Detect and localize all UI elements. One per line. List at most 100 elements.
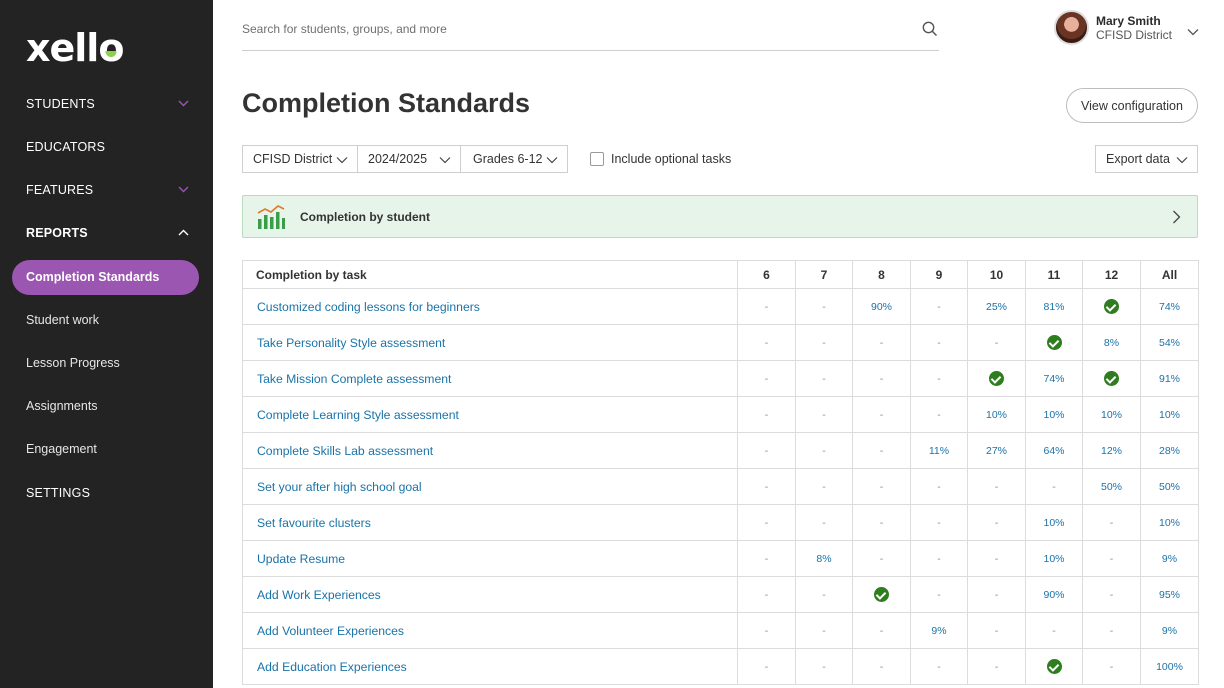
completion-cell[interactable]: 10% [967,396,1026,433]
completion-by-student-banner[interactable]: Completion by student [242,195,1198,238]
sidebar-item-reports[interactable]: REPORTS [26,226,88,240]
completion-cell[interactable] [967,360,1026,397]
completion-cell[interactable]: 27% [967,432,1026,469]
checkmark-icon [1104,371,1119,386]
chevron-up-icon[interactable] [178,229,189,238]
banner-label: Completion by student [300,210,430,224]
task-link[interactable]: Set your after high school goal [242,468,738,505]
completion-cell[interactable]: 9% [1140,612,1199,649]
sidebar-item-educators[interactable]: EDUCATORS [26,140,105,154]
chevron-down-icon[interactable] [178,100,189,109]
chevron-down-icon[interactable] [1187,23,1199,36]
completion-cell[interactable]: 74% [1140,288,1199,325]
sidebar-item-features[interactable]: FEATURES [26,183,93,197]
completion-cell: - [1082,576,1141,613]
column-header-all[interactable]: All [1140,260,1199,289]
completion-cell[interactable]: 81% [1025,288,1083,325]
completion-cell: - [852,324,911,361]
chevron-down-icon[interactable] [178,186,189,195]
avatar[interactable] [1054,10,1089,45]
include-optional-tasks-checkbox[interactable] [590,152,604,166]
completion-cell: - [737,468,796,505]
task-link[interactable]: Customized coding lessons for beginners [242,288,738,325]
chevron-down-icon [439,157,451,164]
completion-cell[interactable]: 74% [1025,360,1083,397]
completion-cell[interactable]: 90% [852,288,911,325]
completion-cell[interactable]: 12% [1082,432,1141,469]
sidebar-subitem-engagement[interactable]: Engagement [26,442,97,456]
grades-select[interactable]: Grades 6-12 [460,145,568,173]
view-configuration-button[interactable]: View configuration [1066,88,1198,123]
completion-cell[interactable]: 95% [1140,576,1199,613]
completion-cell[interactable]: 8% [795,540,853,577]
completion-cell[interactable]: 91% [1140,360,1199,397]
task-link[interactable]: Update Resume [242,540,738,577]
sidebar-item-settings[interactable]: SETTINGS [26,486,90,500]
completion-cell[interactable]: 10% [1025,504,1083,541]
user-menu[interactable]: Mary Smith CFISD District [1054,10,1214,46]
completion-cell: - [737,324,796,361]
search-input[interactable] [242,20,902,38]
completion-cell[interactable]: 10% [1140,504,1199,541]
completion-cell: - [967,612,1026,649]
completion-cell[interactable]: 90% [1025,576,1083,613]
column-header-grade[interactable]: 11 [1025,260,1083,289]
completion-cell[interactable]: 100% [1140,648,1199,685]
completion-cell[interactable] [1082,360,1141,397]
completion-cell[interactable] [1082,288,1141,325]
column-header-grade[interactable]: 7 [795,260,853,289]
task-link[interactable]: Add Education Experiences [242,648,738,685]
column-header-grade[interactable]: 6 [737,260,796,289]
chevron-right-icon[interactable] [1172,210,1181,224]
completion-cell[interactable] [852,576,911,613]
column-header-task[interactable]: Completion by task [242,260,738,289]
table-row: Take Personality Style assessment - - - - -8%… [242,324,1199,361]
completion-cell[interactable]: 9% [1140,540,1199,577]
completion-cell[interactable]: 50% [1082,468,1141,505]
completion-cell: - [737,396,796,433]
sidebar-subitem-student-work[interactable]: Student work [26,313,99,327]
sidebar-subitem-completion-standards[interactable]: Completion Standards [12,260,199,295]
completion-cell[interactable]: 64% [1025,432,1083,469]
task-link[interactable]: Complete Skills Lab assessment [242,432,738,469]
column-header-grade[interactable]: 9 [910,260,968,289]
completion-cell: - [795,432,853,469]
sidebar-item-label: STUDENTS [26,97,95,111]
column-header-grade[interactable]: 8 [852,260,911,289]
completion-cell: - [795,324,853,361]
task-link[interactable]: Take Mission Complete assessment [242,360,738,397]
completion-cell[interactable]: 10% [1140,396,1199,433]
completion-cell[interactable]: 11% [910,432,968,469]
completion-cell: - [795,612,853,649]
include-optional-tasks-label[interactable]: Include optional tasks [611,152,731,166]
completion-cell[interactable] [1025,324,1083,361]
completion-cell[interactable]: 9% [910,612,968,649]
completion-cell[interactable] [1025,648,1083,685]
completion-cell[interactable]: 10% [1025,396,1083,433]
completion-cell[interactable]: 10% [1025,540,1083,577]
task-link[interactable]: Set favourite clusters [242,504,738,541]
xello-logo[interactable]: xello [26,26,124,70]
completion-cell[interactable]: 10% [1082,396,1141,433]
sidebar-subitem-label: Completion Standards [26,270,160,284]
completion-cell: - [910,288,968,325]
column-header-grade[interactable]: 12 [1082,260,1141,289]
completion-cell[interactable]: 25% [967,288,1026,325]
completion-cell[interactable]: 50% [1140,468,1199,505]
district-select[interactable]: CFISD District [242,145,358,173]
sidebar-subitem-lesson-progress[interactable]: Lesson Progress [26,356,120,370]
column-header-grade[interactable]: 10 [967,260,1026,289]
year-select[interactable]: 2024/2025 [357,145,461,173]
task-link[interactable]: Take Personality Style assessment [242,324,738,361]
completion-cell[interactable]: 8% [1082,324,1141,361]
sidebar-subitem-assignments[interactable]: Assignments [26,399,98,413]
task-link[interactable]: Complete Learning Style assessment [242,396,738,433]
completion-cell[interactable]: 28% [1140,432,1199,469]
task-link[interactable]: Add Work Experiences [242,576,738,613]
search-icon[interactable] [921,20,939,38]
export-data-dropdown[interactable]: Export data [1095,145,1198,173]
completion-cell[interactable]: 54% [1140,324,1199,361]
task-link[interactable]: Add Volunteer Experiences [242,612,738,649]
sidebar-item-students[interactable]: STUDENTS [26,97,95,111]
logo-o: o [98,26,124,70]
